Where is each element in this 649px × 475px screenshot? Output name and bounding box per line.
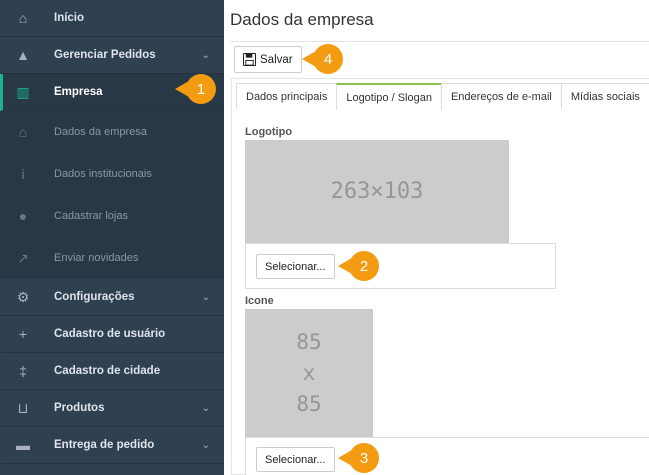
callout-1: 1 [175,74,216,104]
sidebar-subitem-dados-institucionais[interactable]: i Dados institucionais [0,153,224,195]
save-button[interactable]: Salvar [234,46,302,73]
callout-2: 2 [338,251,379,281]
sidebar-item-label: Gerenciar Pedidos [54,49,156,61]
sidebar-subitem-enviar-novidades[interactable]: ↗ Enviar novidades [0,237,224,279]
icon-placeholder-image: 85 x 85 [245,309,373,437]
main-content: Dados da empresa Salvar Dados principais… [224,0,649,475]
sidebar-item-produtos[interactable]: ⊔ Produtos ⌄ [0,390,224,427]
sidebar-item-label: Cadastro de usuário [54,328,166,340]
cogs-icon: ⚙ [16,288,30,305]
floppy-disk-icon [243,53,256,66]
callout-number: 3 [349,443,379,473]
tab-dados-principais[interactable]: Dados principais [236,83,338,109]
sidebar-item-cadastro-de-usuario[interactable]: + Cadastro de usuário [0,316,224,353]
sidebar-item-label: Cadastro de cidade [54,365,161,377]
bank-icon: ⌂ [18,124,28,140]
sidebar-item-label: Entrega de pedido [54,439,155,451]
select-logo-button[interactable]: Selecionar... [256,254,335,279]
sidebar-item-label: Enviar novidades [54,252,139,264]
icon-section-label: Icone [245,295,274,307]
user-plus-icon: + [18,326,28,342]
sidebar: ⌂ Início ▲ Gerenciar Pedidos ⌄ ▥ Empresa… [0,0,224,475]
truck-icon: ▬ [16,437,30,453]
chevron-down-icon: ⌄ [201,439,210,451]
chevron-down-icon: ⌄ [201,49,210,61]
icon-select-box: Selecionar... [245,437,649,475]
map-marker-icon: ● [18,208,28,224]
sidebar-item-label: Dados da empresa [54,126,147,138]
signpost-icon: ‡ [19,363,27,379]
chevron-down-icon: ⌄ [201,291,210,303]
callout-3: 3 [338,443,379,473]
callout-number: 2 [349,251,379,281]
sidebar-item-entrega-de-pedido[interactable]: ▬ Entrega de pedido ⌄ [0,427,224,464]
logo-placeholder-image: 263×103 [245,140,509,243]
page-title: Dados da empresa [230,10,374,29]
warning-icon: ▲ [16,47,30,63]
sidebar-item-label: Produtos [54,402,105,414]
tab-midias-sociais[interactable]: Mídias sociais [560,83,649,109]
tab-enderecos-email[interactable]: Endereços de e-mail [440,83,562,109]
callout-4: 4 [302,44,343,74]
tab-logotipo-slogan[interactable]: Logotipo / Slogan [336,83,442,110]
logo-select-box: Selecionar... [245,243,556,289]
sidebar-item-configuracoes[interactable]: ⚙ Configurações ⌄ [0,279,224,316]
sidebar-subitem-dados-da-empresa[interactable]: ⌂ Dados da empresa [0,111,224,153]
sidebar-item-label: Início [54,12,85,24]
logo-section-label: Logotipo [245,126,293,138]
tab-bar: Dados principais Logotipo / Slogan Ender… [236,83,649,110]
content-panel: Dados principais Logotipo / Slogan Ender… [231,78,649,475]
chevron-down-icon: ⌄ [201,402,210,414]
callout-number: 1 [186,74,216,104]
sidebar-item-inicio[interactable]: ⌂ Início [0,0,224,37]
save-button-label: Salvar [260,53,293,66]
sidebar-item-label: Configurações [54,291,135,303]
callout-number: 4 [313,44,343,74]
sidebar-item-label: Dados institucionais [54,168,152,180]
sidebar-subitem-cadastrar-lojas[interactable]: ● Cadastrar lojas [0,195,224,237]
home-icon: ⌂ [18,10,28,26]
sidebar-item-cadastro-de-cidade[interactable]: ‡ Cadastro de cidade [0,353,224,390]
select-icon-button[interactable]: Selecionar... [256,447,335,472]
sidebar-item-label: Cadastrar lojas [54,210,128,222]
cart-icon: ⊔ [17,399,29,416]
sidebar-item-gerenciar-pedidos[interactable]: ▲ Gerenciar Pedidos ⌄ [0,37,224,74]
placeholder-line: 85 [296,329,322,354]
placeholder-line: 85 [296,391,322,416]
sidebar-item-label: Empresa [54,86,103,98]
placeholder-line: x [302,360,316,385]
external-link-icon: ↗ [17,249,29,266]
info-icon: i [21,166,25,182]
building-icon: ▥ [16,83,30,100]
toolbar: Salvar [230,41,649,77]
